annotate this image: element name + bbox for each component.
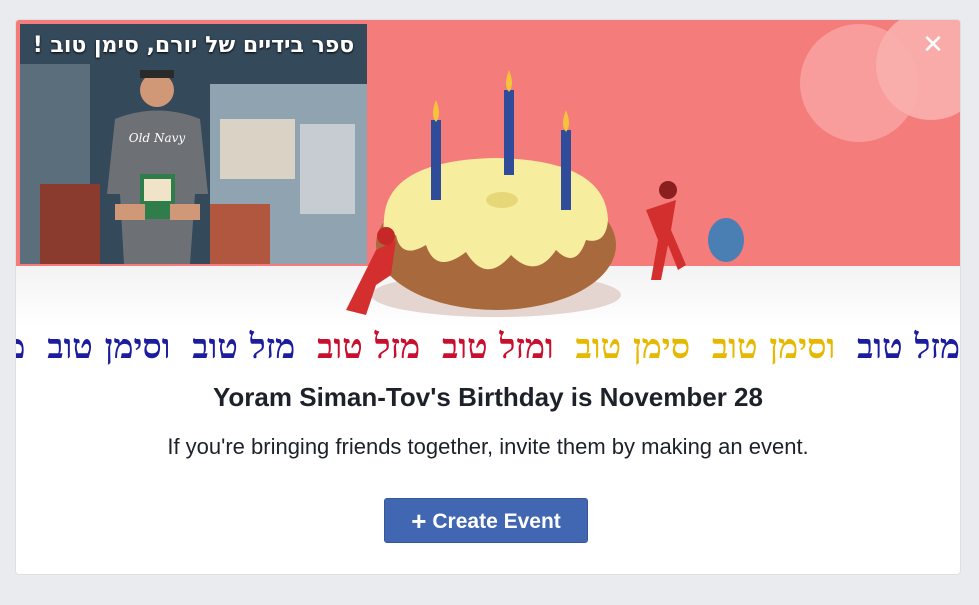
mazal-phrase: מזל טוב (16, 327, 25, 367)
mazal-phrase: וסימן טוב (711, 327, 836, 367)
birthday-dialog: ✕ Old Navy ספר בידיים של יורם, סימן טוב … (16, 20, 960, 574)
mazal-phrase: מזל טוב (317, 327, 421, 367)
mazal-phrase: מזל טוב (857, 327, 960, 367)
mazal-phrase: סימן טוב (575, 327, 691, 367)
create-event-label: Create Event (432, 510, 561, 533)
mazal-phrase: ומזל טוב (441, 327, 554, 367)
mazal-tov-banner-text: מזל טוב וסימן טוב סימן טוב ומזל טוב מזל … (16, 322, 960, 372)
cake-illustration (346, 70, 744, 317)
plus-icon: + (411, 506, 427, 536)
mazal-phrase: מזל טוב (192, 327, 296, 367)
close-icon[interactable]: ✕ (920, 32, 946, 58)
create-event-button[interactable]: + Create Event (384, 498, 588, 543)
svg-text:Old Navy: Old Navy (129, 131, 186, 145)
mazal-phrase: וסימן טוב (47, 327, 171, 367)
birthday-subtitle: If you're bringing friends together, inv… (167, 434, 809, 459)
birthday-title: Yoram Siman-Tov's Birthday is November 2… (213, 382, 763, 412)
